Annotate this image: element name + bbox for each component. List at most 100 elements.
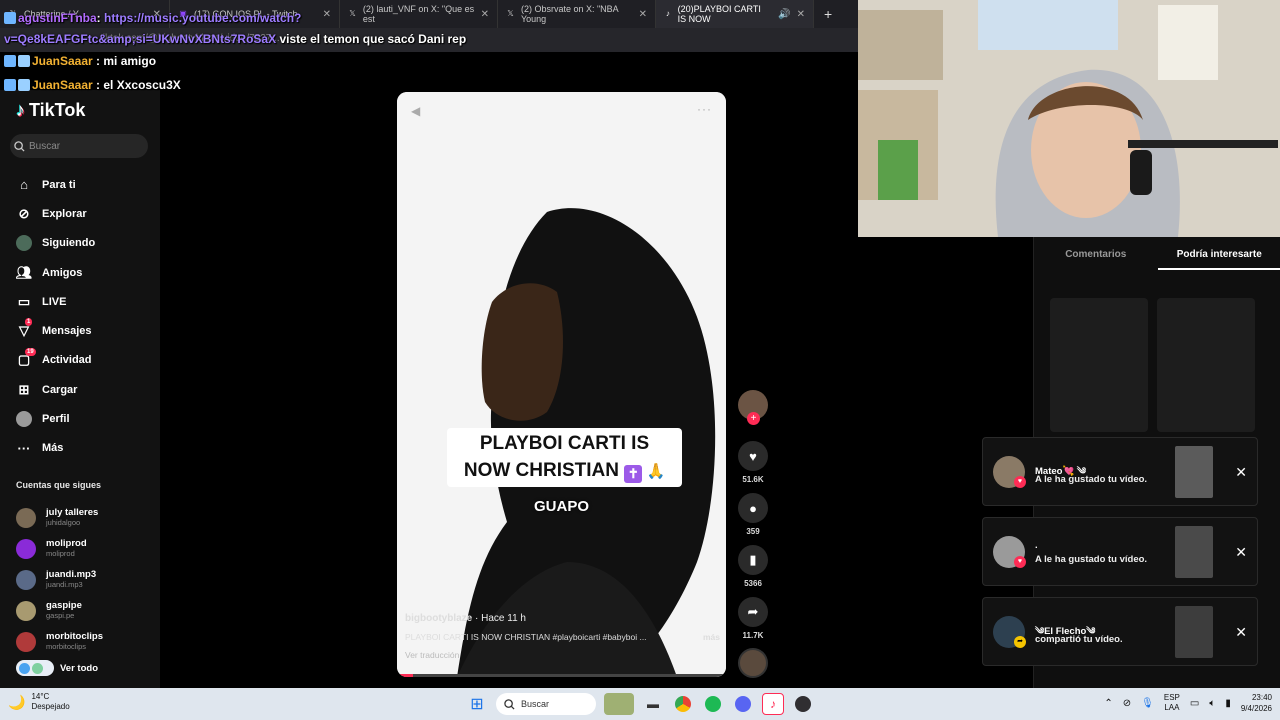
sidebar-item-live[interactable]: ▭ LIVE <box>16 287 156 316</box>
suggested-video-thumbnail[interactable] <box>1157 298 1255 432</box>
chat-link[interactable]: https://music.youtube.com/watch? <box>104 11 301 25</box>
notification-card[interactable]: ➦ ༄El Flecho༄ compartió tu vídeo. ✕ <box>982 597 1258 666</box>
sidebar-item-perfil[interactable]: Perfil <box>16 404 156 433</box>
battery-icon[interactable]: ▮ <box>1225 698 1231 709</box>
file-explorer-icon[interactable]: ▬ <box>642 693 664 715</box>
following-account[interactable]: gaspipe gaspi.pe <box>16 595 146 626</box>
more-options-icon[interactable]: ··· <box>697 102 712 116</box>
progress-fill <box>397 674 414 677</box>
network-off-icon[interactable]: ⊘ <box>1123 698 1131 709</box>
video-thumbnail[interactable] <box>1175 606 1213 658</box>
heart-icon: ♥ <box>1014 556 1026 568</box>
save-button[interactable]: ▮ 5366 <box>736 545 770 588</box>
chrome-icon[interactable] <box>672 693 694 715</box>
like-count: 51.6K <box>742 475 764 484</box>
tiktok-logo[interactable]: ♪ TikTok <box>16 100 85 121</box>
toggle-pill[interactable] <box>16 660 54 676</box>
tiktok-app-icon[interactable]: ♪ <box>762 693 784 715</box>
follow-plus-icon[interactable]: + <box>747 412 760 425</box>
language-indicator[interactable]: ESP LAA <box>1164 693 1180 713</box>
compass-icon: ⊘ <box>18 205 30 221</box>
search-icon <box>14 140 25 152</box>
sidebar-item-amigos[interactable]: 👥︎ Amigos <box>16 258 156 287</box>
account-handle: gaspi.pe <box>46 611 75 620</box>
tab-comentarios[interactable]: Comentarios <box>1034 249 1158 270</box>
chat-separator: : <box>92 54 104 68</box>
see-all-link[interactable]: Ver todo <box>16 660 98 676</box>
account-name: moliprod <box>46 538 87 549</box>
sidebar-item-cargar[interactable]: ⊞ Cargar <box>16 375 156 404</box>
video-overlay-text: GUAPO <box>533 498 589 515</box>
video-thumbnail[interactable] <box>1175 526 1213 578</box>
share-button[interactable]: ➦ 11.7K <box>736 597 770 640</box>
notification-card[interactable]: ♥ Mateo💘 ༄ A le ha gustado tu vídeo. ✕ <box>982 437 1258 506</box>
more-link[interactable]: más <box>703 632 720 642</box>
discord-icon[interactable] <box>732 693 754 715</box>
search-input[interactable]: Buscar <box>10 134 148 158</box>
video-progress-bar[interactable] <box>397 674 726 677</box>
sidebar-item-mensajes[interactable]: ▽ 1 Mensajes <box>16 316 156 345</box>
tab-podria-interesarte[interactable]: Podría interesarte <box>1157 249 1280 270</box>
taskbar-search-input[interactable]: Buscar <box>496 693 596 715</box>
obs-icon[interactable] <box>792 693 814 715</box>
sidebar-item-actividad[interactable]: ▢ 19 Actividad <box>16 346 156 375</box>
chat-message: JuanSaaar : el Xxcoscu3X <box>4 78 181 92</box>
following-account[interactable]: morbitoclips morbitoclips <box>16 626 146 657</box>
display-icon[interactable]: ▭ <box>1190 698 1199 709</box>
following-account[interactable]: moliprod moliprod <box>16 533 146 564</box>
avatar <box>16 538 36 559</box>
tab-label: (2) Obsrvate on X: "NBA Young <box>520 4 619 24</box>
comment-button[interactable]: ● 359 <box>736 493 770 536</box>
heart-icon: ♥ <box>738 441 768 471</box>
comment-icon: ● <box>738 493 768 523</box>
suggested-video-thumbnail[interactable] <box>1050 298 1148 432</box>
like-button[interactable]: ♥ 51.6K <box>736 441 770 484</box>
x-icon: 𝕏 <box>349 9 356 18</box>
lang-bottom: LAA <box>1164 703 1180 712</box>
video-thumbnail[interactable] <box>1175 446 1213 498</box>
chevron-up-icon[interactable]: ⌃ <box>1104 698 1112 709</box>
close-icon[interactable]: ✕ <box>797 9 805 20</box>
video-player[interactable]: ◀ ··· PLAYBOI CARTI IS NOW CHRISTIAN ✝ 🙏… <box>397 92 726 677</box>
spotify-icon[interactable] <box>702 693 724 715</box>
translate-link[interactable]: Ver traducción <box>405 650 720 660</box>
heart-icon: ♥ <box>1014 476 1026 488</box>
weather-widget[interactable]: 🌙 14°C Despejado <box>8 692 70 712</box>
sidebar-item-para-ti[interactable]: ⌂ Para ti <box>16 170 156 199</box>
browser-tab[interactable]: 𝕏 (2) Obsrvate on X: "NBA Young ✕ <box>498 0 656 28</box>
screen: 𝕏 Chatterino / Y... ✕ ▣ (17) GON IOS PL … <box>0 0 1280 720</box>
close-icon[interactable]: ✕ <box>323 9 331 20</box>
browser-tab[interactable]: 𝕏 (2) lauti_VNF on X: "Que es est ✕ <box>340 0 498 28</box>
sound-disc-icon <box>738 648 768 678</box>
save-count: 5366 <box>744 579 762 588</box>
following-account[interactable]: july talleres juhidalgoo <box>16 502 146 533</box>
following-account[interactable]: juandi.mp3 juandi.mp3 <box>16 564 146 595</box>
weather-condition: Despejado <box>31 702 70 711</box>
microphone-icon[interactable]: 🎙︎ <box>1141 698 1154 709</box>
sound-button[interactable] <box>736 648 770 678</box>
volume-icon[interactable]: 🔈︎ <box>1209 698 1215 709</box>
mute-icon[interactable]: ◀ <box>411 104 420 118</box>
creator-avatar-button[interactable]: + <box>736 390 770 425</box>
close-icon[interactable]: ✕ <box>1235 624 1247 641</box>
close-icon[interactable]: ✕ <box>1235 544 1247 561</box>
notification-card[interactable]: ♥ . A le ha gustado tu vídeo. ✕ <box>982 517 1258 586</box>
sidebar-item-explorar[interactable]: ⊘ Explorar <box>16 199 156 228</box>
speaker-icon[interactable]: 🔊 <box>778 9 790 20</box>
video-author[interactable]: bigbootyblaze <box>405 613 472 624</box>
close-icon[interactable]: ✕ <box>639 9 647 20</box>
sidebar-item-siguiendo[interactable]: Siguiendo <box>16 229 156 258</box>
home-icon: ⌂ <box>20 177 28 193</box>
sidebar-item-mas[interactable]: ··· Más <box>16 434 156 463</box>
avatar: + <box>738 390 768 425</box>
close-icon[interactable]: ✕ <box>1235 464 1247 481</box>
chat-link[interactable]: v=Qe8kEAFGFtc&amp;si=UKwNvXBNts7RoSaX <box>4 32 276 46</box>
account-name: july talleres <box>46 507 99 518</box>
new-tab-button[interactable]: + <box>824 6 832 22</box>
widget-image-icon[interactable] <box>604 693 634 715</box>
chat-badge-icon <box>18 55 30 67</box>
close-icon[interactable]: ✕ <box>481 9 489 20</box>
browser-tab-active[interactable]: ♪ (20)PLAYBOI CARTI IS NOW 🔊 ✕ <box>656 0 814 28</box>
windows-start-icon[interactable]: ⊞ <box>466 693 488 715</box>
clock[interactable]: 23:40 9/4/2026 <box>1241 692 1272 714</box>
